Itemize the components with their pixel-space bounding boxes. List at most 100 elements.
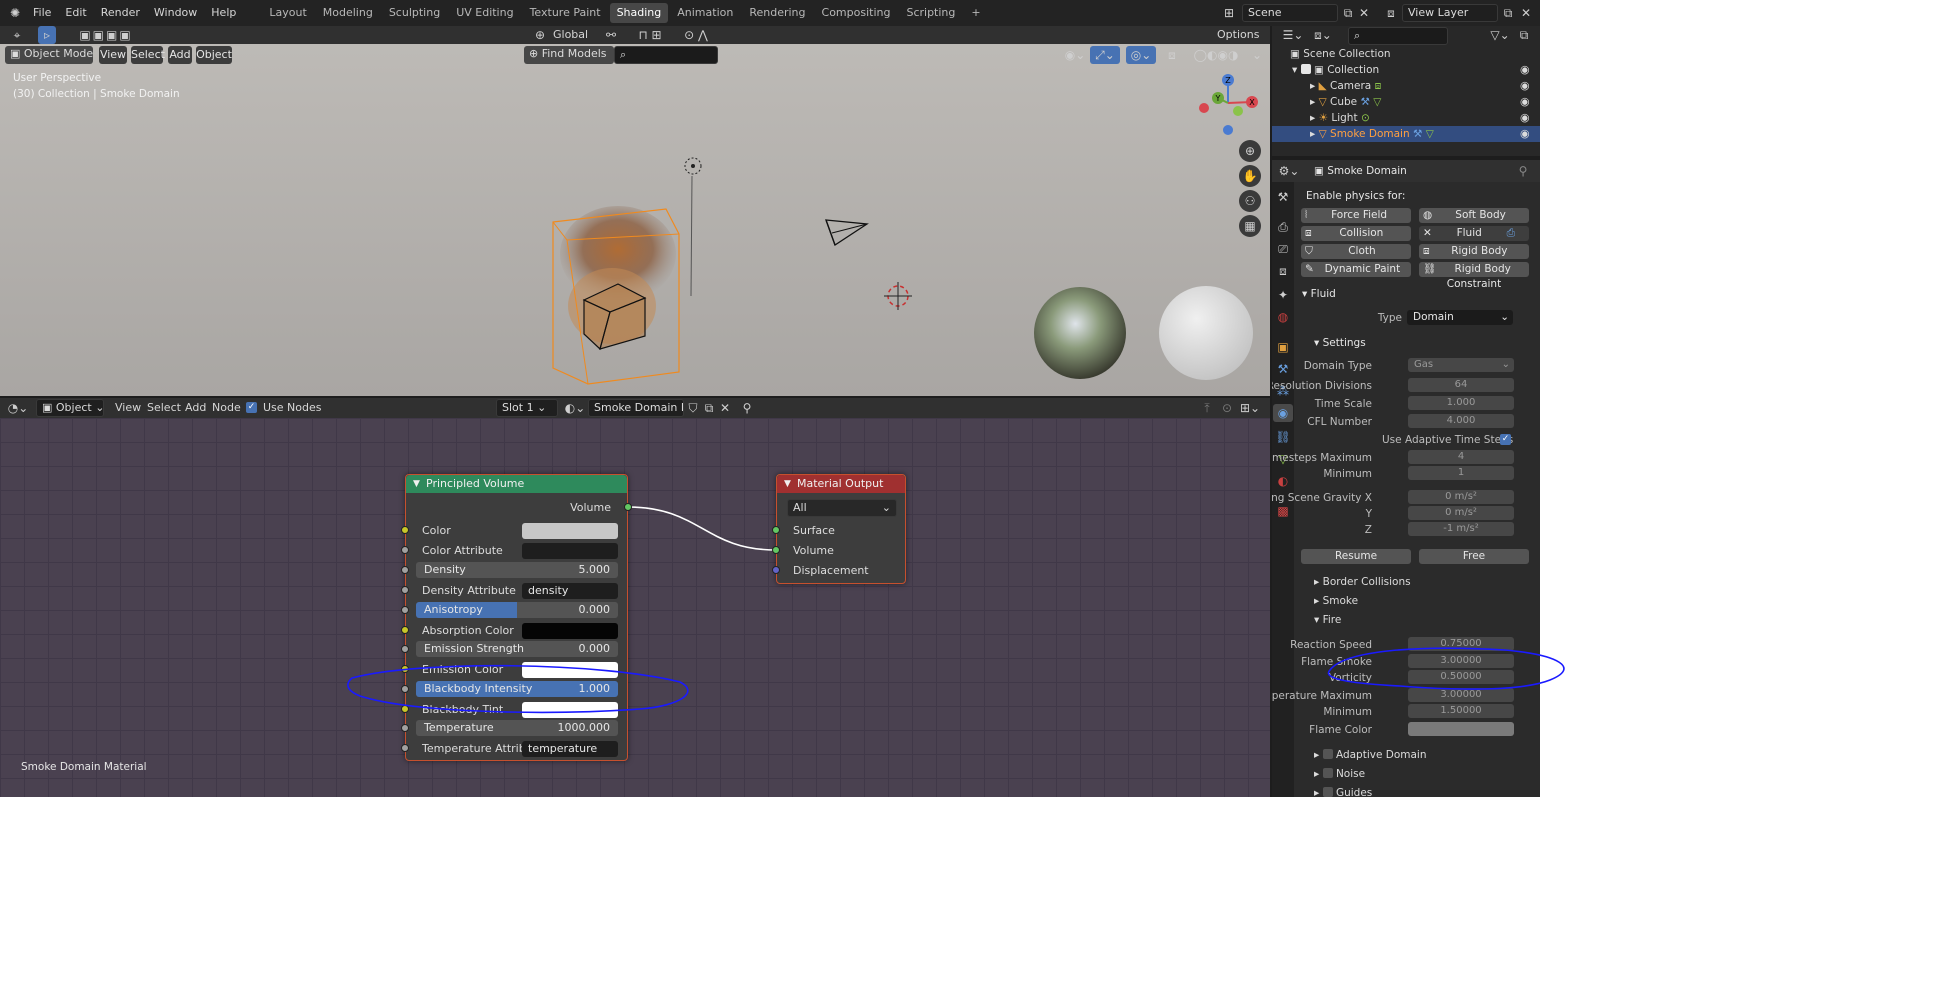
- scene-tab-icon[interactable]: ✦: [1275, 286, 1291, 304]
- menu-window[interactable]: Window: [147, 0, 204, 26]
- pivot-icon[interactable]: ⚯: [600, 26, 622, 44]
- surface-input-socket[interactable]: [772, 526, 780, 534]
- tab-modeling[interactable]: Modeling: [316, 3, 380, 23]
- temperature-attribute-field[interactable]: temperature: [522, 741, 618, 757]
- camera-object[interactable]: [825, 219, 869, 246]
- gravity-y-field[interactable]: 0 m/s²: [1408, 506, 1514, 520]
- anisotropy-socket[interactable]: [401, 606, 409, 614]
- eye-icon[interactable]: ◉: [1520, 62, 1534, 78]
- smoke-panel[interactable]: ▸ Smoke: [1314, 595, 1358, 607]
- fluid-button[interactable]: ✕ Fluid ⎙: [1419, 226, 1529, 241]
- dynamic-paint-button[interactable]: ✎ Dynamic Paint: [1301, 262, 1411, 277]
- parent-node-tree-icon[interactable]: ⤒: [1200, 399, 1214, 417]
- expand-arrow-icon[interactable]: ▸: [1310, 80, 1319, 92]
- tool-tab-icon[interactable]: ⚒: [1275, 188, 1291, 206]
- time-scale-field[interactable]: 1.000: [1408, 396, 1514, 410]
- density-slider[interactable]: Density 5.000: [416, 562, 618, 578]
- fluid-panel-header[interactable]: ▾ Fluid: [1302, 288, 1336, 300]
- displacement-input-socket[interactable]: [772, 566, 780, 574]
- settings-panel-header[interactable]: ▾ Settings: [1314, 337, 1366, 349]
- adaptive-domain-panel[interactable]: ▸ Adaptive Domain: [1314, 749, 1427, 761]
- menu-edit[interactable]: Edit: [58, 0, 93, 26]
- view-layer-icon[interactable]: ⧈: [1380, 4, 1402, 22]
- border-collisions-panel[interactable]: ▸ Border Collisions: [1314, 576, 1411, 588]
- timesteps-minimum-field[interactable]: 1: [1408, 466, 1514, 480]
- reaction-speed-field[interactable]: 0.75000: [1408, 637, 1514, 651]
- guides-checkbox[interactable]: [1322, 787, 1333, 797]
- snap-nodes-icon[interactable]: ⊙: [1220, 399, 1234, 417]
- duplicate-material-icon[interactable]: ⧉: [702, 399, 716, 417]
- material-browse-icon[interactable]: ◐⌄: [564, 399, 586, 417]
- anisotropy-slider[interactable]: Anisotropy 0.000: [416, 602, 618, 618]
- soft-body-button[interactable]: ◍ Soft Body: [1419, 208, 1529, 223]
- zoom-icon[interactable]: ⊕: [1239, 140, 1261, 162]
- snap-icon[interactable]: ⊓ ⊞: [630, 26, 670, 44]
- remove-fluid-icon[interactable]: ✕: [1423, 226, 1432, 241]
- temperature-maximum-field[interactable]: 3.00000: [1408, 688, 1514, 702]
- blackbody-intensity-slider[interactable]: Blackbody Intensity 1.000: [416, 681, 618, 697]
- object-tab-icon[interactable]: ▣: [1275, 338, 1291, 356]
- 3d-cursor[interactable]: [884, 282, 912, 310]
- blackbody-intensity-socket[interactable]: [401, 685, 409, 693]
- material-name-field[interactable]: Smoke Domain Mat..: [588, 399, 684, 417]
- tab-texture-paint[interactable]: Texture Paint: [523, 3, 608, 23]
- fire-panel[interactable]: ▾ Fire: [1314, 614, 1341, 626]
- principled-volume-node[interactable]: ▼ Principled Volume Volume Color Color A…: [401, 474, 632, 761]
- tab-sculpting[interactable]: Sculpting: [382, 3, 447, 23]
- new-view-layer-icon[interactable]: ⧉: [1500, 4, 1516, 22]
- node-view-menu[interactable]: View: [110, 399, 146, 417]
- outliner-scene-collection[interactable]: ▣ Scene Collection: [1290, 46, 1391, 62]
- display-mode-icon[interactable]: ⧈⌄: [1312, 26, 1334, 44]
- outliner-type-icon[interactable]: ☰⌄: [1282, 26, 1304, 44]
- density-socket[interactable]: [401, 566, 409, 574]
- scene-selector[interactable]: Scene: [1242, 4, 1338, 22]
- collapse-arrow-icon[interactable]: ▼: [413, 475, 420, 493]
- guides-panel[interactable]: ▸ Guides: [1314, 787, 1372, 797]
- resolution-divisions-field[interactable]: 64: [1408, 378, 1514, 392]
- emission-color-swatch[interactable]: [522, 662, 618, 678]
- vorticity-field[interactable]: 0.50000: [1408, 670, 1514, 684]
- density-attribute-socket[interactable]: [401, 586, 409, 594]
- node-snap-options-icon[interactable]: ⊞⌄: [1238, 399, 1262, 417]
- tab-compositing[interactable]: Compositing: [815, 3, 898, 23]
- light-object[interactable]: [684, 157, 702, 297]
- volume-input-socket[interactable]: [772, 546, 780, 554]
- blackbody-tint-socket[interactable]: [401, 705, 409, 713]
- outliner-collection-row[interactable]: ▾ ▣ Collection: [1292, 62, 1379, 78]
- render-toggle-icon[interactable]: ⎙: [1507, 226, 1515, 241]
- adaptive-time-steps-checkbox[interactable]: ✓: [1500, 434, 1511, 445]
- use-nodes-checkbox[interactable]: ✓: [246, 402, 257, 413]
- outliner-item-smoke-domain[interactable]: ▸ ▽ Smoke Domain ⚒ ▽: [1272, 126, 1540, 142]
- temperature-socket[interactable]: [401, 724, 409, 732]
- expand-arrow-icon[interactable]: ▸: [1310, 128, 1319, 140]
- timesteps-maximum-field[interactable]: 4: [1408, 450, 1514, 464]
- expand-arrow-icon[interactable]: ▾: [1292, 64, 1301, 76]
- emission-color-socket[interactable]: [401, 665, 409, 673]
- noise-checkbox[interactable]: [1322, 768, 1333, 778]
- tab-scripting[interactable]: Scripting: [899, 3, 962, 23]
- transform-orientation-dropdown[interactable]: Global: [548, 26, 593, 44]
- rigid-body-constraint-button[interactable]: ⛓ Rigid Body Constraint: [1419, 262, 1529, 290]
- outliner-item-camera[interactable]: ▸ ◣ Camera ⧈: [1310, 78, 1381, 94]
- gravity-x-field[interactable]: 0 m/s²: [1408, 490, 1514, 504]
- options-dropdown[interactable]: Options: [1212, 26, 1264, 44]
- transform-orientation-icon[interactable]: ⊕: [532, 26, 548, 44]
- blender-logo-icon[interactable]: ✺: [4, 4, 26, 22]
- 3d-viewport[interactable]: ▣ Object Mode ⌄ View Select Add Object ⊕…: [0, 44, 1270, 396]
- node-node-menu[interactable]: Node: [207, 399, 246, 417]
- unlink-material-icon[interactable]: ✕: [718, 399, 732, 417]
- pan-hand-icon[interactable]: ✋: [1239, 165, 1261, 187]
- fake-user-shield-icon[interactable]: ⛉: [686, 399, 700, 417]
- node-editor-canvas[interactable]: ▼ Principled Volume Volume Color Color A…: [0, 418, 1270, 797]
- fluid-type-dropdown[interactable]: Domain ⌄: [1407, 310, 1513, 325]
- rigid-body-button[interactable]: ⧈ Rigid Body: [1419, 244, 1529, 259]
- constraints-tab-icon[interactable]: ⛓: [1275, 428, 1291, 446]
- tab-animation[interactable]: Animation: [670, 3, 740, 23]
- new-scene-icon[interactable]: ⧉: [1340, 4, 1356, 22]
- camera-view-icon[interactable]: ⚇: [1239, 190, 1261, 212]
- expand-arrow-icon[interactable]: ▸: [1310, 96, 1319, 108]
- view-layer-tab-icon[interactable]: ⧈: [1275, 262, 1291, 280]
- density-attribute-field[interactable]: density: [522, 583, 618, 599]
- properties-type-icon[interactable]: ⚙⌄: [1278, 162, 1300, 180]
- menu-help[interactable]: Help: [204, 0, 243, 26]
